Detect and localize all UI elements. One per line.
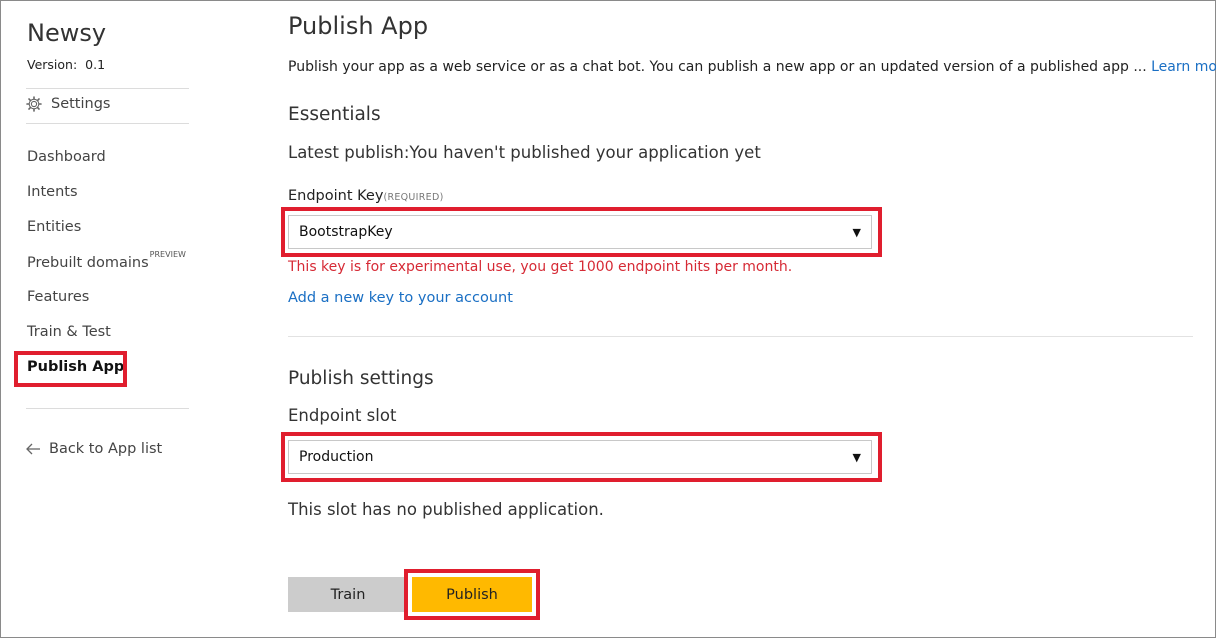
highlight-box — [14, 351, 127, 387]
arrow-left-icon — [26, 443, 40, 455]
description-text: Publish your app as a web service or as … — [288, 59, 1147, 75]
sidebar-divider — [26, 123, 189, 124]
sidebar-item-features[interactable]: Features — [27, 289, 89, 305]
highlight-box — [281, 432, 882, 482]
section-divider — [288, 336, 1193, 337]
latest-publish-status: Latest publish:You haven't published you… — [288, 143, 761, 162]
add-key-link[interactable]: Add a new key to your account — [288, 290, 513, 306]
slot-status: This slot has no published application. — [288, 500, 604, 519]
learn-more-link[interactable]: Learn more — [1151, 59, 1216, 75]
sidebar-item-entities[interactable]: Entities — [27, 219, 81, 235]
sidebar-item-dashboard[interactable]: Dashboard — [27, 149, 106, 165]
settings-label: Settings — [51, 96, 111, 112]
version-label: Version: — [27, 57, 78, 72]
endpoint-key-label-text: Endpoint Key — [288, 188, 384, 204]
sidebar-item-intents[interactable]: Intents — [27, 184, 78, 200]
version-value: 0.1 — [85, 57, 106, 72]
gear-icon — [26, 96, 42, 112]
sidebar-divider — [26, 408, 189, 409]
endpoint-key-warning: This key is for experimental use, you ge… — [288, 259, 793, 275]
sidebar-item-label: Features — [27, 289, 90, 305]
highlight-box — [404, 569, 540, 620]
train-button[interactable]: Train — [288, 577, 408, 612]
essentials-heading: Essentials — [288, 104, 381, 125]
publish-settings-heading: Publish settings — [288, 368, 434, 389]
highlight-box — [281, 207, 882, 257]
sidebar-item-label: Train & Test — [27, 324, 111, 340]
back-to-app-list-link[interactable]: Back to App list — [26, 441, 162, 457]
sidebar-item-label: Dashboard — [27, 149, 106, 165]
sidebar-item-label: Prebuilt domains — [27, 254, 149, 271]
settings-link[interactable]: Settings — [26, 96, 110, 112]
sidebar-divider — [26, 88, 189, 89]
sidebar-item-label: Intents — [27, 184, 78, 200]
endpoint-slot-label: Endpoint slot — [288, 406, 397, 425]
page-title: Publish App — [288, 12, 429, 40]
endpoint-key-label: Endpoint Key(REQUIRED) — [288, 188, 444, 204]
app-name: Newsy — [27, 19, 107, 47]
required-tag: (REQUIRED) — [383, 192, 444, 203]
back-label: Back to App list — [49, 441, 163, 457]
sidebar-item-train-test[interactable]: Train & Test — [27, 324, 111, 340]
page-description: Publish your app as a web service or as … — [288, 59, 1216, 75]
sidebar-item-prebuilt-domains[interactable]: Prebuilt domainsPREVIEW — [27, 250, 186, 271]
sidebar: Newsy Version: 0.1 Settings Dashboard In… — [0, 0, 200, 638]
sidebar-item-label: Entities — [27, 219, 82, 235]
preview-badge: PREVIEW — [149, 250, 186, 259]
app-version: Version: 0.1 — [27, 57, 105, 72]
